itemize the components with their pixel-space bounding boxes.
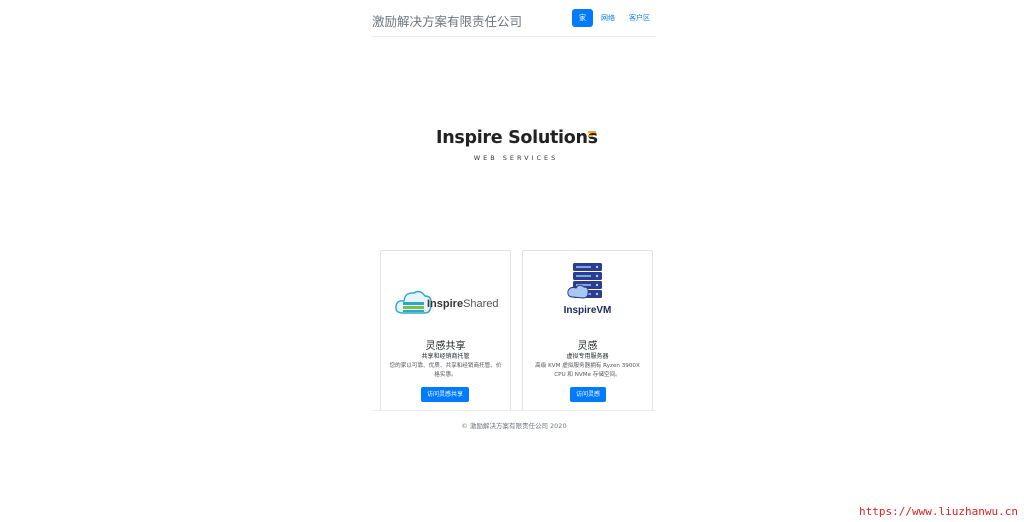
main-nav: 家 网络 客户区 xyxy=(572,9,656,27)
product-card-vm: InspireVM 灵感 虚拟专用服务器 高级 KVM 虚拟服务器拥有 Ryze… xyxy=(522,250,653,411)
visit-shared-button[interactable]: 访问灵感共享 xyxy=(421,387,470,402)
site-brand[interactable]: 激励解决方案有限责任公司 xyxy=(372,11,522,30)
svg-text:InspireShared: InspireShared xyxy=(427,298,499,310)
company-logo: Inspire Solutions WEB SERVICES xyxy=(436,128,598,172)
logo-accent-bar xyxy=(588,135,593,137)
nav-item-client-area[interactable]: 客户区 xyxy=(623,9,656,27)
inspireshared-logo: InspireShared xyxy=(395,290,499,314)
svg-text:InspireVM: InspireVM xyxy=(564,305,612,316)
inspirevm-logo: InspireVM xyxy=(564,263,612,316)
logo-subtitle: WEB SERVICES xyxy=(473,154,559,162)
footer-copyright: © 激励解决方案有限责任公司 2020 xyxy=(461,422,567,430)
card-subtitle: 虚拟专用服务器 xyxy=(566,353,609,360)
watermark: https://www.liuzhanwu.cn xyxy=(859,505,1018,518)
server-rack-icon xyxy=(567,263,602,299)
footer-divider xyxy=(372,410,656,411)
visit-vm-button[interactable]: 访问灵感 xyxy=(570,387,607,402)
card-title: 灵感共享 xyxy=(425,341,466,352)
card-subtitle: 共享和经销商托管 xyxy=(421,353,470,360)
logo-accent-bar xyxy=(588,131,596,133)
card-title: 灵感 xyxy=(577,341,598,352)
nav-item-network[interactable]: 网络 xyxy=(595,9,621,27)
site-header: 激励解决方案有限责任公司 家 网络 客户区 xyxy=(372,0,656,37)
card-description: 您的家以可靠、优质、共享和经销商托管、价格实惠。 xyxy=(389,363,502,378)
card-description: 高级 KVM 虚拟服务器拥有 Ryzen 3900X CPU 和 NVMe 存储… xyxy=(535,363,640,378)
product-card-shared: InspireShared 灵感共享 共享和经销商托管 您的家以可靠、优质、共享… xyxy=(380,250,511,411)
nav-item-home[interactable]: 家 xyxy=(572,9,593,27)
cloud-icon xyxy=(395,290,432,314)
logo-wordmark: Inspire Solutions xyxy=(436,128,598,148)
